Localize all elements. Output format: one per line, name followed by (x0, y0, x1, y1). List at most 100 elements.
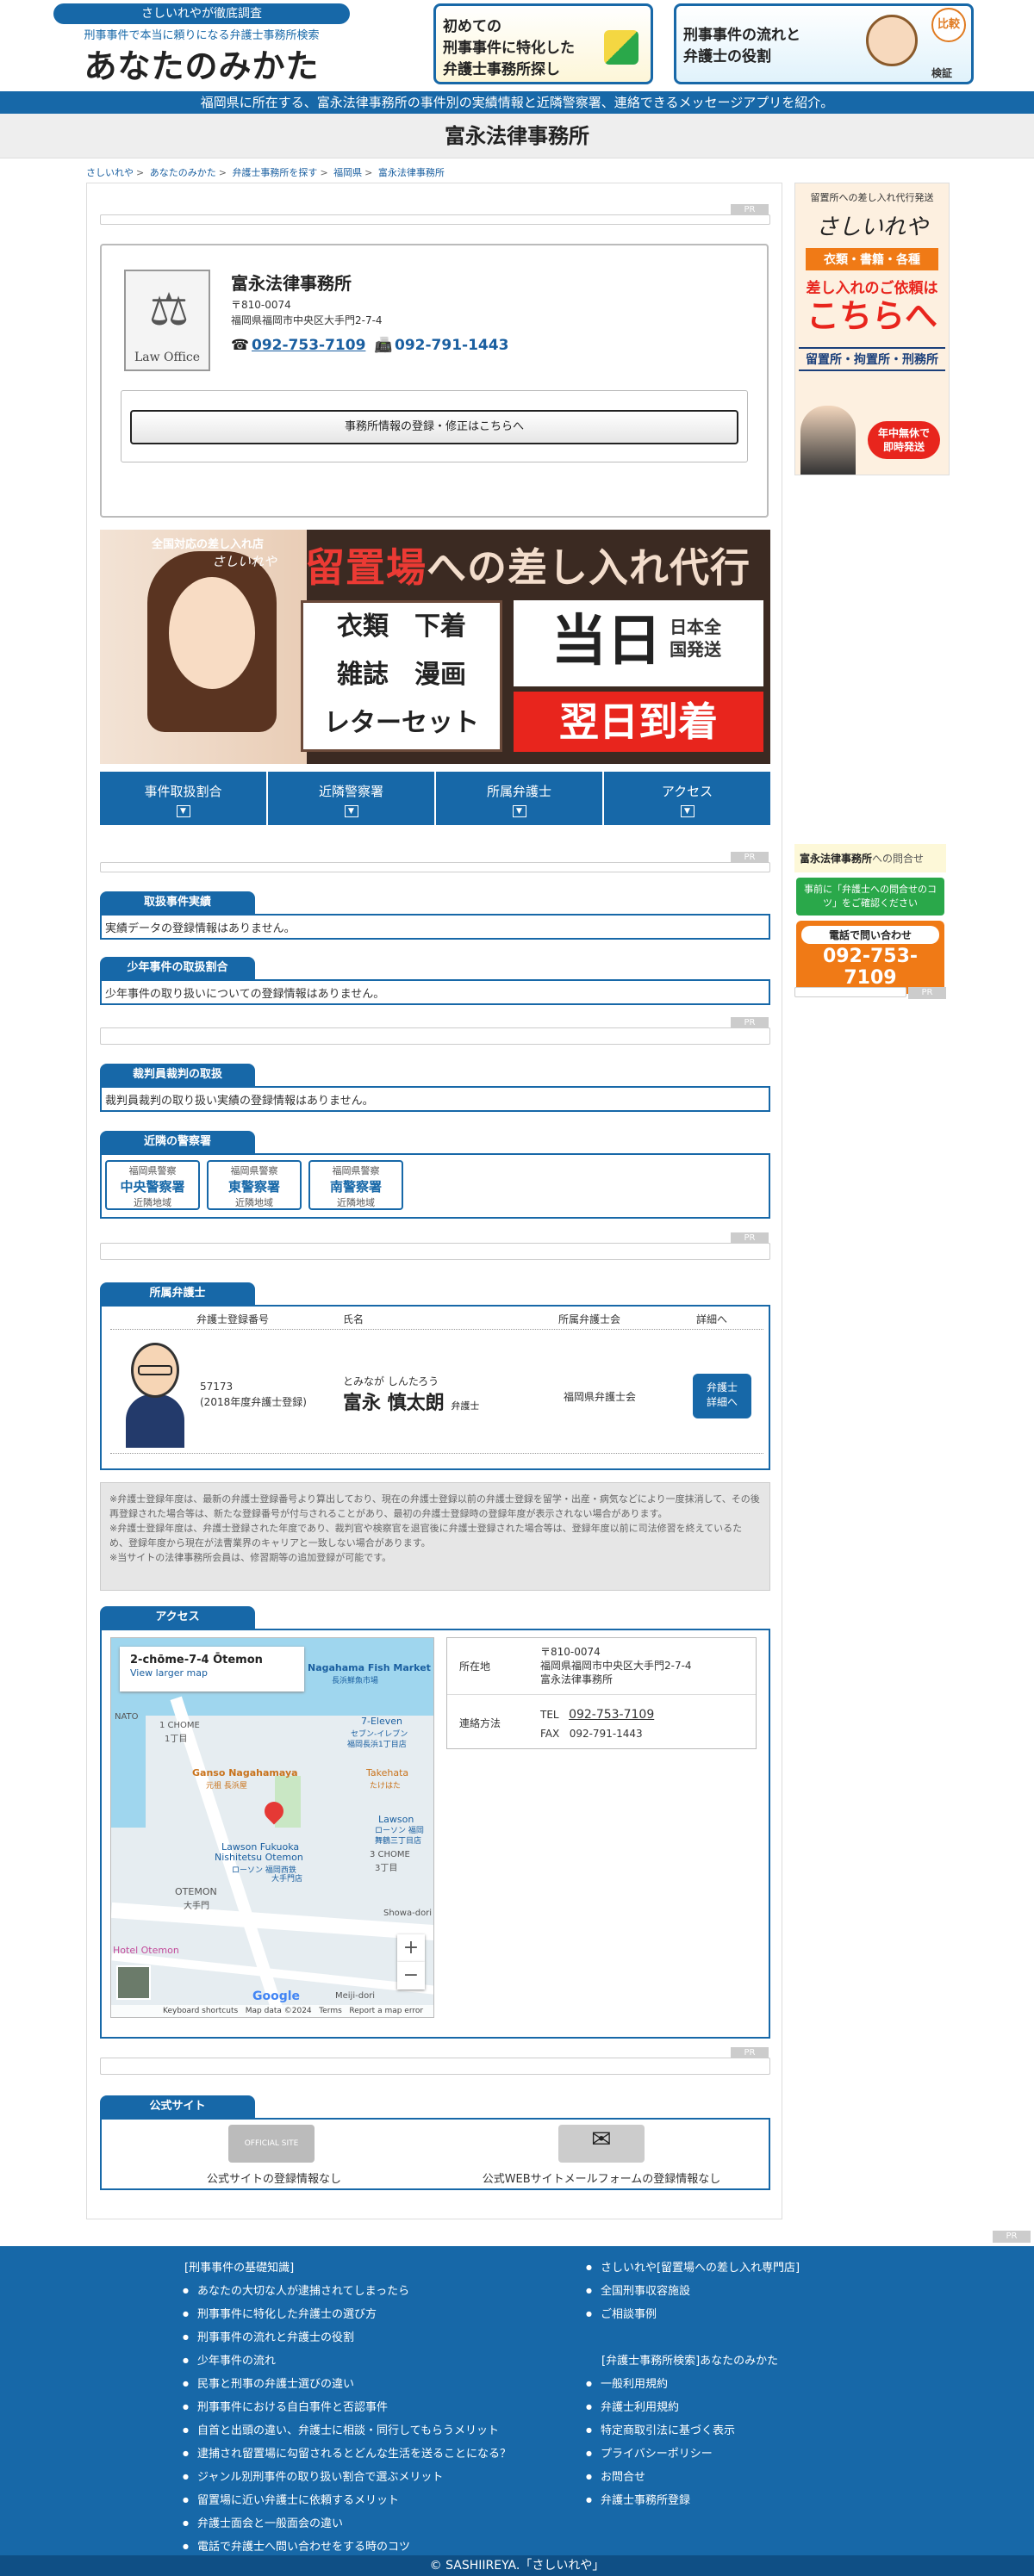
chevron-down-icon: ▼ (512, 805, 526, 817)
office-name: 富永法律事務所 (231, 273, 352, 294)
guide-character-icon (866, 15, 918, 66)
footer-link[interactable]: ご相談事例 (586, 2303, 800, 2326)
footer-link[interactable]: 刑事事件の流れと弁護士の役割 (183, 2326, 511, 2349)
compare-badge: 比較 (931, 8, 966, 42)
breadcrumb-link[interactable]: さしいれや (86, 167, 134, 178)
google-map[interactable]: 2-chōme-7-4 Ōtemon View larger map Nagah… (110, 1637, 434, 2018)
address-table: 所在地 〒810-0074 福岡県福岡市中央区大手門2-7-4 富永法律事務所 … (446, 1637, 757, 1749)
sashiireya-ad-banner[interactable]: 全国対応の差し入れ店 さしいれや 留置場への差し入れ代行 衣類 下着 雑誌 漫画… (100, 530, 770, 764)
breadcrumb-current[interactable]: 富永法律事務所 (378, 167, 445, 178)
map-place: 2-chōme-7-4 Ōtemon (130, 1654, 263, 1667)
tab-case-ratio[interactable]: 事件取扱割合 ▼ (100, 772, 266, 825)
banner-line: 刑事事件に特化した (443, 40, 575, 57)
footer-link[interactable]: あなたの大切な人が逮捕されてしまったら (183, 2280, 511, 2303)
zoom-out-button[interactable]: − (397, 1962, 425, 1989)
glasses-icon (138, 1365, 172, 1375)
police-name: 中央警察署 (120, 1179, 185, 1195)
juvenile-box: 少年事件の取り扱いについての登録情報はありません。 (100, 979, 770, 1005)
section-title: 少年事件の取扱割合 (100, 957, 255, 979)
zoom-in-button[interactable]: + (397, 1934, 425, 1962)
tab-police[interactable]: 近隣警察署 ▼ (268, 772, 434, 825)
footer-link[interactable]: 刑事事件に特化した弁護士の選び方 (183, 2303, 511, 2326)
beginner-guide-banner[interactable]: 初めての 刑事事件に特化した 弁護士事務所探し (433, 3, 653, 84)
footer-link[interactable]: 全国刑事収容施設 (586, 2280, 800, 2303)
footer-heading: [弁護士事務所検索]あなたのみかた (601, 2355, 779, 2368)
access-tel-link[interactable]: 092-753-7109 (569, 1708, 654, 1722)
footer-link[interactable]: 逮捕され留置場に勾留されるとどんな生活を送ることになる？ (183, 2443, 511, 2466)
access-fax: 092-791-1443 (569, 1728, 643, 1740)
footer-link-text: 刑事事件の流れと弁護士の役割 (196, 2331, 354, 2344)
call-button[interactable]: 電話で問い合わせ 092-753-7109 (796, 921, 944, 994)
scales-icon: ⚖ (148, 284, 190, 336)
tab-label: 所属弁護士 (486, 784, 551, 799)
section-title: 近隣の警察署 (100, 1131, 255, 1153)
tab-lawyers[interactable]: 所属弁護士 ▼ (436, 772, 602, 825)
footer-link[interactable]: 弁護士面会と一般面会の違い (183, 2512, 511, 2536)
office-address: 福岡県福岡市中央区大手門2-7-4 (231, 314, 383, 326)
map-label: Nagahama Fish Market (308, 1662, 431, 1673)
banner-line: 刑事事件の流れと (683, 27, 800, 44)
brand-pill: さしいれやが徹底調査 (53, 3, 350, 24)
case-flow-banner[interactable]: 刑事事件の流れと 弁護士の役割 比較 検証 (674, 3, 974, 84)
police-pref: 福岡県警察 (128, 1165, 177, 1176)
pr-label: PR (993, 2231, 1031, 2243)
map-footer-item[interactable]: Terms (319, 2007, 342, 2015)
footer-link[interactable]: 民事と刑事の弁護士選びの違い (183, 2373, 511, 2396)
section-title: 裁判員裁判の取扱 (100, 1064, 255, 1086)
footer-link[interactable]: 弁護士利用規約 (586, 2396, 800, 2419)
breadcrumb-link[interactable]: 弁護士事務所を探す (232, 167, 317, 178)
verify-label: 検証 (931, 67, 952, 79)
footer-link-text: さしいれや[留置場への差し入れ専門店] (600, 2262, 800, 2275)
office-tel-link[interactable]: 092-753-7109 (252, 337, 365, 354)
map-label: Nishitetsu Otemon (215, 1852, 303, 1863)
footer-link[interactable]: お問合せ (586, 2466, 800, 2489)
police-station-card[interactable]: 福岡県警察 東警察署 近隣地域 (207, 1160, 302, 1210)
footer-link[interactable]: さしいれや[留置場への差し入れ専門店] (586, 2256, 800, 2280)
footer-link[interactable]: 一般利用規約 (586, 2373, 800, 2396)
breadcrumb-link[interactable]: 福岡県 (333, 167, 362, 178)
footer-link[interactable]: 刑事事件における自白事件と否認事件 (183, 2396, 511, 2419)
footer-link-text: 刑事事件における自白事件と否認事件 (196, 2401, 388, 2414)
map-footer-item[interactable]: Report a map error (349, 2007, 423, 2015)
footer-link[interactable]: ジャンル別刑事件の取り扱い割合で選ぶメリット (183, 2466, 511, 2489)
map-label: OTEMON (175, 1886, 217, 1897)
chevron-down-icon: ▼ (680, 805, 695, 817)
note-text: ※当サイトの法律事務所会員は、修習期等の追加登録が可能です。 (109, 1552, 392, 1563)
footer-link-text: あなたの大切な人が逮捕されてしまったら (196, 2285, 410, 2298)
footer-link[interactable]: 留置場に近い弁護士に依頼するメリット (183, 2489, 511, 2512)
pr-label: PR (908, 987, 946, 999)
police-station-card[interactable]: 福岡県警察 南警察署 近隣地域 (308, 1160, 403, 1210)
footer-link-text: 特定商取引法に基づく表示 (600, 2424, 735, 2437)
inquiry-tips-button[interactable]: 事前に「弁護士への問合せのコツ」をご確認ください (796, 878, 944, 916)
side-ad-banner[interactable]: 留置所への差し入れ代行発送 さしいれや 衣類・書籍・各種 差し入れのご依頼は こ… (794, 183, 950, 475)
banner-line: 初めての (443, 18, 501, 35)
address-label: 所在地 (459, 1660, 491, 1673)
copyright: © SASHIIREYA.「さしいれや」 (0, 2555, 1034, 2576)
police-station-card[interactable]: 福岡県警察 中央警察署 近隣地域 (105, 1160, 200, 1210)
footer-link-text: 弁護士事務所登録 (600, 2494, 690, 2507)
side-ad-items: 衣類・書籍・各種 (806, 248, 938, 270)
lawyer-detail-button[interactable]: 弁護士 詳細へ (693, 1374, 751, 1418)
footer-link[interactable]: プライバシーポリシー (586, 2443, 800, 2466)
section-title: 所属弁護士 (100, 1282, 255, 1305)
section-tabs: 事件取扱割合 ▼ 近隣警察署 ▼ 所属弁護士 ▼ アクセス ▼ (100, 772, 770, 825)
tab-access[interactable]: アクセス ▼ (604, 772, 770, 825)
office-zip: 〒810-0074 (231, 299, 291, 311)
saiban-box: 裁判員裁判の取り扱い実績の登録情報はありません。 (100, 1086, 770, 1112)
map-footer-item[interactable]: Keyboard shortcuts (163, 2007, 238, 2015)
site-logo[interactable]: あなたのみかた (53, 40, 350, 87)
table-header: 所属弁護士会 (558, 1313, 621, 1325)
breadcrumb-link[interactable]: あなたのみかた (150, 167, 216, 178)
lawyer-avatar (122, 1343, 188, 1448)
register-info-button[interactable]: 事務所情報の登録・修正はこちらへ (130, 410, 738, 444)
footer-link[interactable]: 弁護士事務所登録 (586, 2489, 800, 2512)
footer-link-text: 弁護士利用規約 (600, 2401, 679, 2414)
footer-link[interactable]: 自首と出頭の違い、弁護士に相談・同行してもらうメリット (183, 2419, 511, 2443)
footer-link[interactable]: 特定商取引法に基づく表示 (586, 2419, 800, 2443)
note-text: ※弁護士登録年度は、最新の弁護士登録番号より算出しており、現在の弁護士登録以前の… (109, 1493, 760, 1519)
footer-link[interactable]: 少年事件の流れ (183, 2349, 511, 2373)
police-note: 近隣地域 (134, 1197, 171, 1208)
map-thumbnail[interactable] (116, 1965, 151, 2000)
map-larger-link[interactable]: View larger map (130, 1667, 208, 1679)
ad-same-day: 当日 日本全国発送 (514, 600, 763, 686)
